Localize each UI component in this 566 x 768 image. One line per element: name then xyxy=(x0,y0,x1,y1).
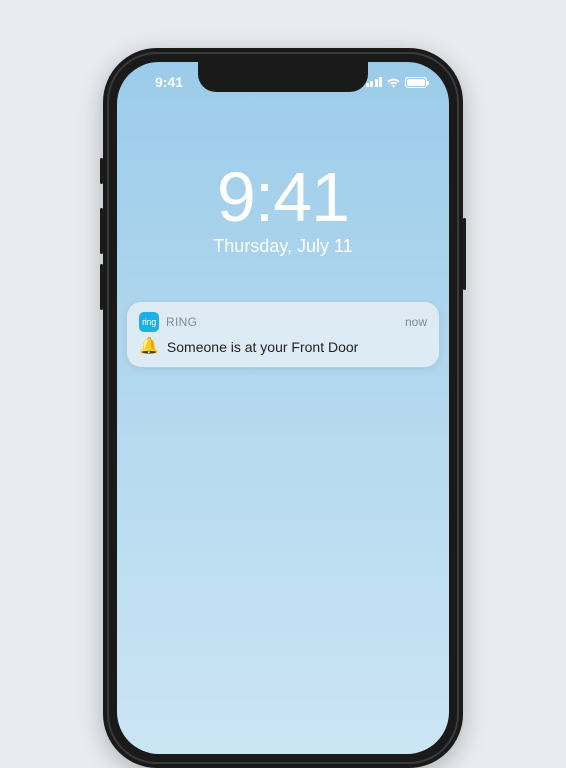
phone-frame: 9:41 9:41 Thursday, July 11 ring RING no… xyxy=(103,48,463,768)
power-button[interactable] xyxy=(463,218,466,290)
notification-header: ring RING now xyxy=(139,312,427,332)
notch xyxy=(198,62,368,92)
lock-screen[interactable]: 9:41 9:41 Thursday, July 11 ring RING no… xyxy=(117,62,449,754)
volume-up-button[interactable] xyxy=(100,208,103,254)
ring-app-icon: ring xyxy=(139,312,159,332)
clock-block: 9:41 Thursday, July 11 xyxy=(117,162,449,257)
wifi-icon xyxy=(386,77,401,88)
lock-date: Thursday, July 11 xyxy=(117,236,449,257)
notification-message: Someone is at your Front Door xyxy=(167,339,358,355)
cellular-signal-icon xyxy=(366,77,383,87)
notification-card[interactable]: ring RING now 🔔 Someone is at your Front… xyxy=(127,302,439,367)
notification-timestamp: now xyxy=(405,315,427,329)
bell-icon: 🔔 xyxy=(139,339,159,355)
silence-switch[interactable] xyxy=(100,158,103,184)
volume-down-button[interactable] xyxy=(100,264,103,310)
notification-app-name: RING xyxy=(166,315,398,329)
notification-body: 🔔 Someone is at your Front Door xyxy=(139,339,427,355)
lock-time: 9:41 xyxy=(117,162,449,232)
battery-icon xyxy=(405,77,427,88)
status-time: 9:41 xyxy=(139,74,199,90)
